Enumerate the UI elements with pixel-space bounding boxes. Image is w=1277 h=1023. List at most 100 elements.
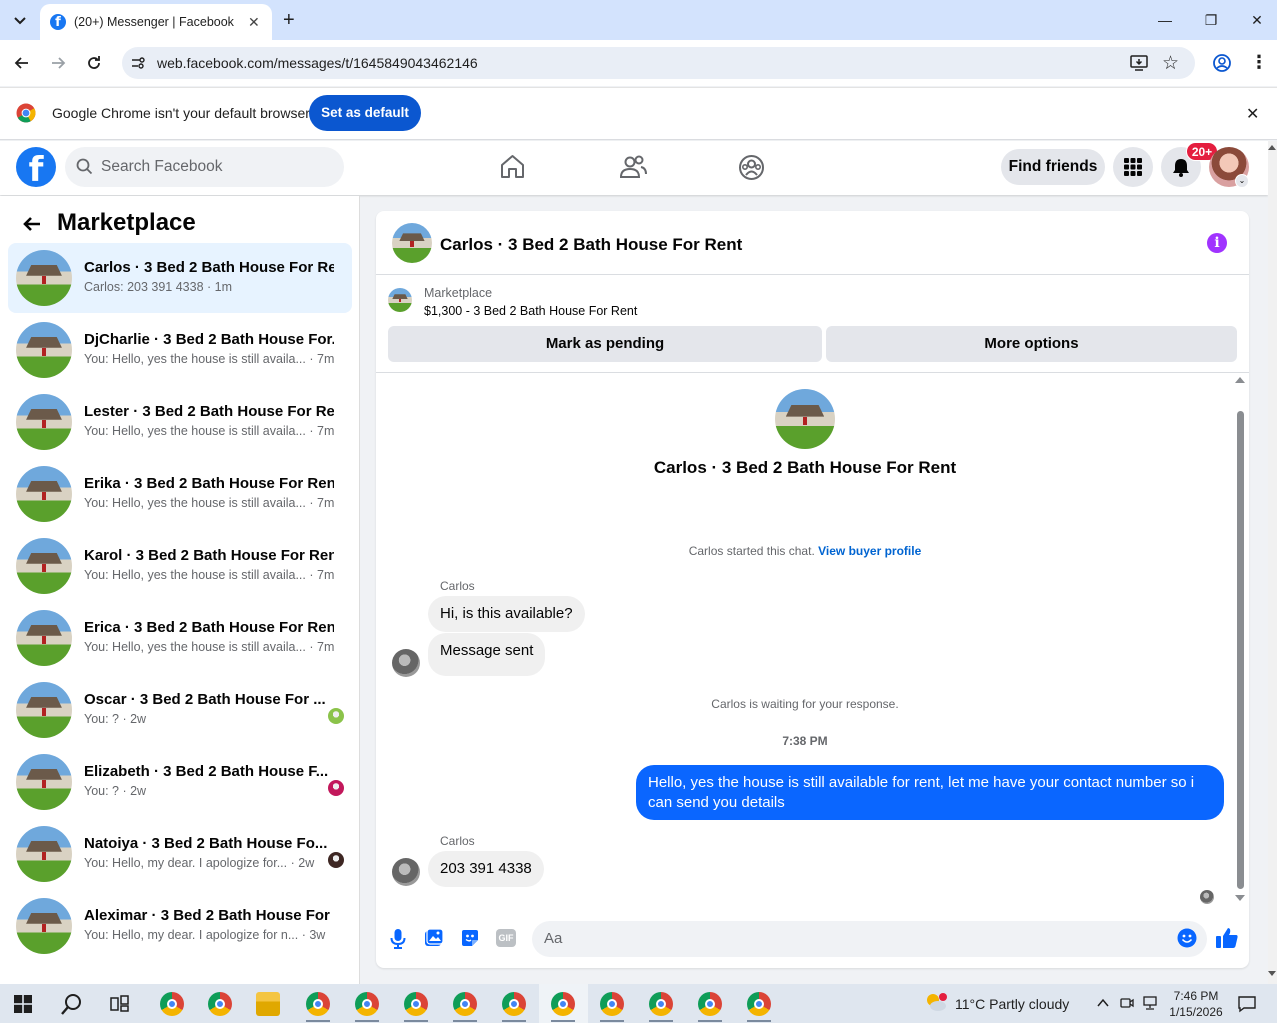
home-icon[interactable]	[499, 154, 526, 180]
page-scroll-up-icon[interactable]	[1268, 145, 1276, 150]
address-bar[interactable]: web.facebook.com/messages/t/164584904346…	[122, 47, 1195, 79]
reload-icon[interactable]	[84, 53, 104, 73]
file-explorer-icon[interactable]	[256, 992, 280, 1016]
task-view-icon[interactable]	[110, 995, 130, 1013]
taskbar-search-icon[interactable]	[60, 992, 84, 1016]
running-indicator	[404, 1020, 428, 1022]
conversation-item[interactable]: Karol · 3 Bed 2 Bath House For Rent You: …	[8, 531, 352, 601]
minimize-icon[interactable]: —	[1155, 10, 1175, 30]
page-scrollbar[interactable]	[1268, 141, 1277, 984]
photo-icon[interactable]	[424, 928, 444, 948]
notification-center-icon[interactable]	[1238, 995, 1256, 1013]
conversation-preview: You: ? · 2w	[84, 784, 147, 798]
tray-chevron-icon[interactable]	[1096, 996, 1110, 1010]
scroll-up-icon[interactable]	[1235, 377, 1245, 383]
profile-icon[interactable]	[1212, 53, 1232, 73]
meet-now-icon[interactable]	[1120, 996, 1134, 1010]
chrome-taskbar-icon[interactable]	[600, 992, 624, 1016]
sticker-icon[interactable]	[460, 928, 480, 948]
install-app-icon[interactable]	[1130, 54, 1148, 72]
chrome-taskbar-icon[interactable]	[698, 992, 722, 1016]
search-icon	[76, 158, 93, 175]
clock-time: 7:46 PM	[1173, 989, 1219, 1003]
conversation-name: Elizabeth · 3 Bed 2 Bath House F...	[84, 763, 329, 780]
chrome-center	[607, 999, 617, 1009]
page-scroll-down-icon[interactable]	[1268, 971, 1276, 976]
tab-search-icon[interactable]	[10, 10, 30, 30]
conversation-item[interactable]: Oscar · 3 Bed 2 Bath House For ... You: ?…	[8, 675, 352, 745]
chat-scroll-thumb[interactable]	[1237, 411, 1244, 889]
weather-text[interactable]: 11°C Partly cloudy	[955, 996, 1069, 1012]
read-receipt-avatar	[1200, 890, 1214, 904]
chrome-taskbar-icon[interactable]	[649, 992, 673, 1016]
conversation-name: DjCharlie · 3 Bed 2 Bath House For...	[84, 331, 334, 348]
chrome-taskbar-icon[interactable]	[160, 992, 184, 1016]
account-chevron-icon[interactable]: ⌄	[1235, 174, 1249, 188]
friends-icon[interactable]	[619, 154, 647, 180]
back-icon[interactable]	[12, 53, 32, 73]
chrome-taskbar-icon[interactable]	[306, 992, 330, 1016]
chrome-taskbar-icon[interactable]	[355, 992, 379, 1016]
listing-thumbnail[interactable]	[388, 288, 412, 312]
conversation-item[interactable]: Carlos · 3 Bed 2 Bath House For Re... Car…	[8, 243, 352, 313]
incoming-message[interactable]: Message sent	[428, 633, 546, 676]
chrome-taskbar-icon[interactable]	[404, 992, 428, 1016]
conversation-item[interactable]: Erica · 3 Bed 2 Bath House For Rent You: …	[8, 603, 352, 673]
chrome-center	[705, 999, 715, 1009]
find-friends-button[interactable]: Find friends	[1001, 149, 1105, 185]
mark-as-pending-button[interactable]: Mark as pending	[388, 326, 822, 362]
view-buyer-profile-link[interactable]: View buyer profile	[818, 544, 921, 558]
taskbar-clock[interactable]: 7:46 PM 1/15/2026	[1162, 988, 1230, 1020]
chat-header-avatar[interactable]	[392, 223, 432, 263]
infobar-close-icon[interactable]: ✕	[1246, 104, 1259, 124]
groups-icon[interactable]	[738, 154, 765, 181]
chrome-taskbar-icon[interactable]	[502, 992, 526, 1016]
network-icon[interactable]	[1142, 996, 1158, 1010]
incoming-message[interactable]: Hi, is this available?	[428, 596, 585, 632]
chat-title[interactable]: Carlos · 3 Bed 2 Bath House For Rent	[440, 235, 742, 255]
back-arrow-icon[interactable]	[21, 213, 43, 235]
site-settings-icon[interactable]	[130, 55, 146, 71]
chrome-taskbar-icon[interactable]	[747, 992, 771, 1016]
menu-grid-button[interactable]	[1113, 147, 1153, 187]
message-input[interactable]: Aa	[532, 921, 1207, 957]
restore-icon[interactable]: ❐	[1201, 10, 1221, 30]
gif-icon[interactable]: GIF	[496, 929, 516, 947]
chrome-menu-icon[interactable]: ⋮	[1250, 52, 1268, 72]
chrome-center	[754, 999, 764, 1009]
conversation-item[interactable]: Natoiya · 3 Bed 2 Bath House Fo... You: H…	[8, 819, 352, 889]
conversation-info-icon[interactable]: i	[1207, 233, 1227, 253]
forward-icon[interactable]	[48, 53, 68, 73]
more-options-button[interactable]: More options	[826, 326, 1237, 362]
bookmark-star-icon[interactable]: ☆	[1162, 52, 1179, 75]
incoming-message[interactable]: 203 391 4338	[428, 851, 544, 887]
listing-price[interactable]: $1,300 - 3 Bed 2 Bath House For Rent	[424, 304, 637, 318]
windows-start-icon[interactable]	[14, 995, 32, 1013]
conversation-item[interactable]: Aleximar · 3 Bed 2 Bath House For ... You…	[8, 891, 352, 961]
conversation-avatar	[16, 250, 72, 306]
conversation-preview: You: Hello, yes the house is still avail…	[84, 424, 335, 438]
chrome-taskbar-icon[interactable]	[208, 992, 232, 1016]
emoji-icon[interactable]	[1177, 928, 1197, 948]
conversation-item[interactable]: Elizabeth · 3 Bed 2 Bath House F... You: …	[8, 747, 352, 817]
close-tab-icon[interactable]: ✕	[248, 14, 272, 31]
facebook-search-input[interactable]: Search Facebook	[65, 147, 344, 187]
facebook-logo-icon[interactable]: f	[16, 147, 56, 187]
set-default-button[interactable]: Set as default	[309, 95, 421, 131]
like-icon[interactable]	[1215, 926, 1239, 950]
conversation-item[interactable]: DjCharlie · 3 Bed 2 Bath House For... You…	[8, 315, 352, 385]
browser-tab[interactable]: f (20+) Messenger | Facebook ✕	[40, 4, 272, 40]
header-divider	[376, 274, 1249, 275]
microphone-icon[interactable]	[389, 928, 407, 950]
chrome-taskbar-icon[interactable]	[453, 992, 477, 1016]
new-tab-icon[interactable]: +	[283, 9, 295, 32]
chrome-taskbar-icon[interactable]	[551, 992, 575, 1016]
conversation-item[interactable]: Erika · 3 Bed 2 Bath House For Rent You: …	[8, 459, 352, 529]
clock-date: 1/15/2026	[1169, 1005, 1223, 1019]
outgoing-message[interactable]: Hello, yes the house is still available …	[636, 765, 1224, 820]
conversation-item[interactable]: Lester · 3 Bed 2 Bath House For Rent You:…	[8, 387, 352, 457]
intro-avatar	[775, 389, 835, 449]
close-window-icon[interactable]: ✕	[1247, 10, 1267, 30]
scroll-down-icon[interactable]	[1235, 895, 1245, 901]
house-door	[41, 563, 47, 572]
